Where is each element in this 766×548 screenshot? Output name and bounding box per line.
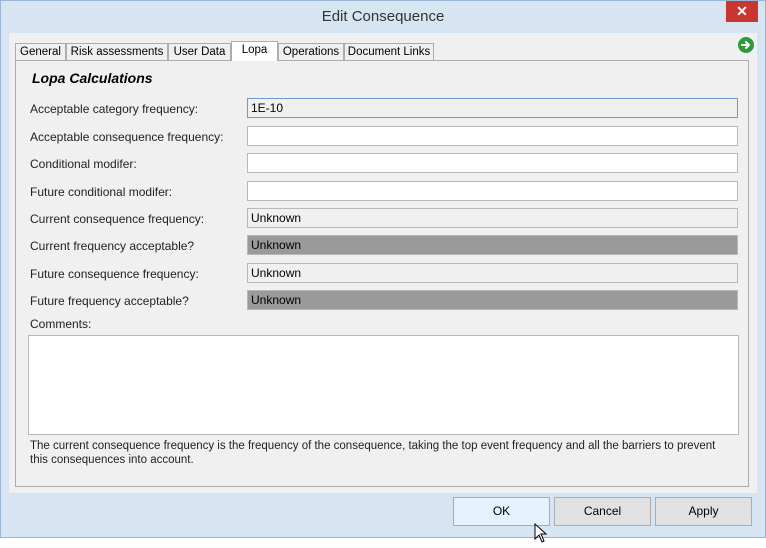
comments-label: Comments: (30, 317, 92, 331)
current-frequency-acceptable-label: Current frequency acceptable? (30, 239, 195, 253)
future-frequency-acceptable-label: Future frequency acceptable? (30, 294, 189, 308)
conditional-modifier-field[interactable] (247, 153, 738, 173)
acceptable-category-frequency-label: Acceptable category frequency: (30, 102, 199, 116)
current-consequence-frequency-field: Unknown (247, 208, 738, 228)
help-text: The current consequence frequency is the… (30, 440, 716, 466)
mouse-pointer-icon (534, 522, 548, 548)
arrow-right-circle-icon[interactable] (738, 37, 754, 53)
future-conditional-modifier-field[interactable] (247, 181, 738, 201)
current-consequence-frequency-label: Current consequence frequency: (30, 212, 205, 226)
close-icon: ✕ (736, 3, 748, 19)
section-title: Lopa Calculations (32, 70, 153, 86)
ok-button[interactable]: OK (453, 497, 550, 526)
close-button[interactable]: ✕ (726, 1, 758, 22)
future-consequence-frequency-label: Future consequence frequency: (30, 267, 199, 281)
title-bar[interactable]: Edit Consequence ✕ (1, 1, 765, 33)
future-frequency-acceptable-status: Unknown (247, 290, 738, 310)
comments-textarea[interactable] (28, 335, 739, 435)
tab-user-data[interactable]: User Data (168, 43, 231, 60)
tab-document-links[interactable]: Document Links (344, 43, 434, 60)
future-conditional-modifier-label: Future conditional modifer: (30, 185, 173, 199)
cancel-button[interactable]: Cancel (554, 497, 651, 526)
current-frequency-acceptable-status: Unknown (247, 235, 738, 255)
acceptable-category-frequency-field[interactable]: 1E-10 (247, 98, 738, 118)
dialog-body: General Risk assessments User Data Lopa … (9, 33, 757, 493)
tab-risk-assessments[interactable]: Risk assessments (66, 43, 168, 60)
future-consequence-frequency-field: Unknown (247, 263, 738, 283)
tab-lopa[interactable]: Lopa (231, 41, 278, 61)
conditional-modifier-label: Conditional modifer: (30, 157, 137, 171)
tab-general[interactable]: General (15, 43, 66, 60)
acceptable-consequence-frequency-field[interactable] (247, 126, 738, 146)
edit-consequence-dialog: Edit Consequence ✕ General Risk assessme… (0, 0, 766, 543)
lopa-tab-panel: Lopa Calculations Acceptable category fr… (15, 60, 749, 487)
apply-button[interactable]: Apply (655, 497, 752, 526)
tab-operations[interactable]: Operations (278, 43, 344, 60)
acceptable-consequence-frequency-label: Acceptable consequence frequency: (30, 130, 224, 144)
window-title: Edit Consequence (321, 8, 445, 25)
